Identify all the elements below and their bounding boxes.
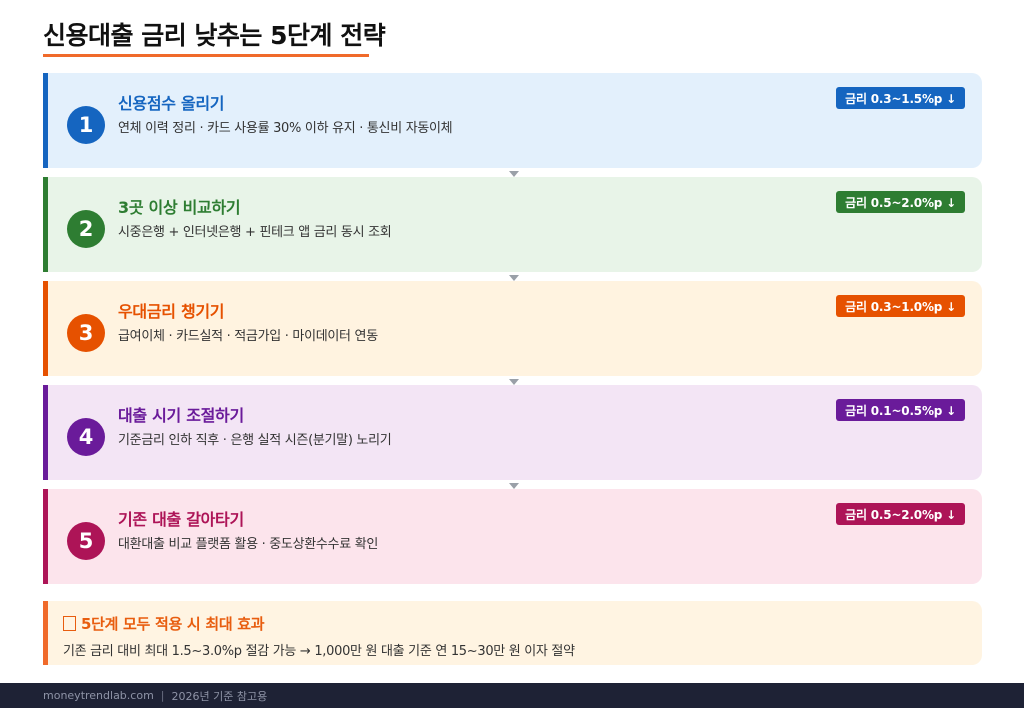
step-card-2: 2 3곳 이상 비교하기시중은행 + 인터넷은행 + 핀테크 앱 금리 동시 조회… <box>43 177 982 272</box>
rate-reduction-badge: 금리 0.1~0.5%p ↓ <box>836 399 965 421</box>
step-card-4: 4 대출 시기 조절하기기준금리 인하 직후 · 은행 실적 시즌(분기말) 노리… <box>43 385 982 480</box>
step-card-1: 1 신용점수 올리기연체 이력 정리 · 카드 사용률 30% 이하 유지 · 통… <box>43 73 982 168</box>
rate-reduction-badge: 금리 0.3~1.5%p ↓ <box>836 87 965 109</box>
summary-title-row: 5단계 모두 적용 시 최대 효과 <box>63 613 265 634</box>
step-card-5: 5 기존 대출 갈아타기대환대출 비교 플랫폼 활용 · 중도상환수수료 확인 금리… <box>43 489 982 584</box>
step-number-badge: 4 <box>67 418 105 456</box>
step-heading: 3곳 이상 비교하기 <box>118 198 241 217</box>
footer-note: 2026년 기준 참고용 <box>171 689 268 703</box>
summary-box: 5단계 모두 적용 시 최대 효과 기존 금리 대비 최대 1.5~3.0%p … <box>43 601 982 665</box>
summary-desc: 기존 금리 대비 최대 1.5~3.0%p 절감 가능 → 1,000만 원 대… <box>63 644 575 659</box>
step-card-3: 3 우대금리 챙기기급여이체 · 카드실적 · 적금가입 · 마이데이터 연동 금리… <box>43 281 982 376</box>
step-heading: 신용점수 올리기 <box>118 94 225 113</box>
rate-reduction-badge: 금리 0.3~1.0%p ↓ <box>836 295 965 317</box>
step-description: 대환대출 비교 플랫폼 활용 · 중도상환수수료 확인 <box>118 537 379 552</box>
step-description: 시중은행 + 인터넷은행 + 핀테크 앱 금리 동시 조회 <box>118 225 392 240</box>
step-heading: 우대금리 챙기기 <box>118 302 225 321</box>
step-description: 연체 이력 정리 · 카드 사용률 30% 이하 유지 · 통신비 자동이체 <box>118 121 453 136</box>
step-heading: 기존 대출 갈아타기 <box>118 510 244 529</box>
step-description: 급여이체 · 카드실적 · 적금가입 · 마이데이터 연동 <box>118 329 378 344</box>
step-description: 기준금리 인하 직후 · 은행 실적 시즌(분기말) 노리기 <box>118 433 392 448</box>
rate-reduction-badge: 금리 0.5~2.0%p ↓ <box>836 503 965 525</box>
step-heading: 대출 시기 조절하기 <box>118 406 244 425</box>
rate-reduction-badge: 금리 0.5~2.0%p ↓ <box>836 191 965 213</box>
step-number-badge: 2 <box>67 210 105 248</box>
title-underline <box>43 54 369 57</box>
checkbox-icon <box>63 616 76 631</box>
step-number-badge: 3 <box>67 314 105 352</box>
footer-separator: | <box>160 689 165 702</box>
footer-site: moneytrendlab.com <box>43 689 154 702</box>
footer: moneytrendlab.com | 2026년 기준 참고용 <box>0 683 1024 708</box>
page-title: 신용대출 금리 낮추는 5단계 전략 <box>43 21 386 50</box>
step-number-badge: 1 <box>67 106 105 144</box>
summary-title: 5단계 모두 적용 시 최대 효과 <box>81 615 265 633</box>
title-block: 신용대출 금리 낮추는 5단계 전략 <box>43 20 386 57</box>
step-number-badge: 5 <box>67 522 105 560</box>
